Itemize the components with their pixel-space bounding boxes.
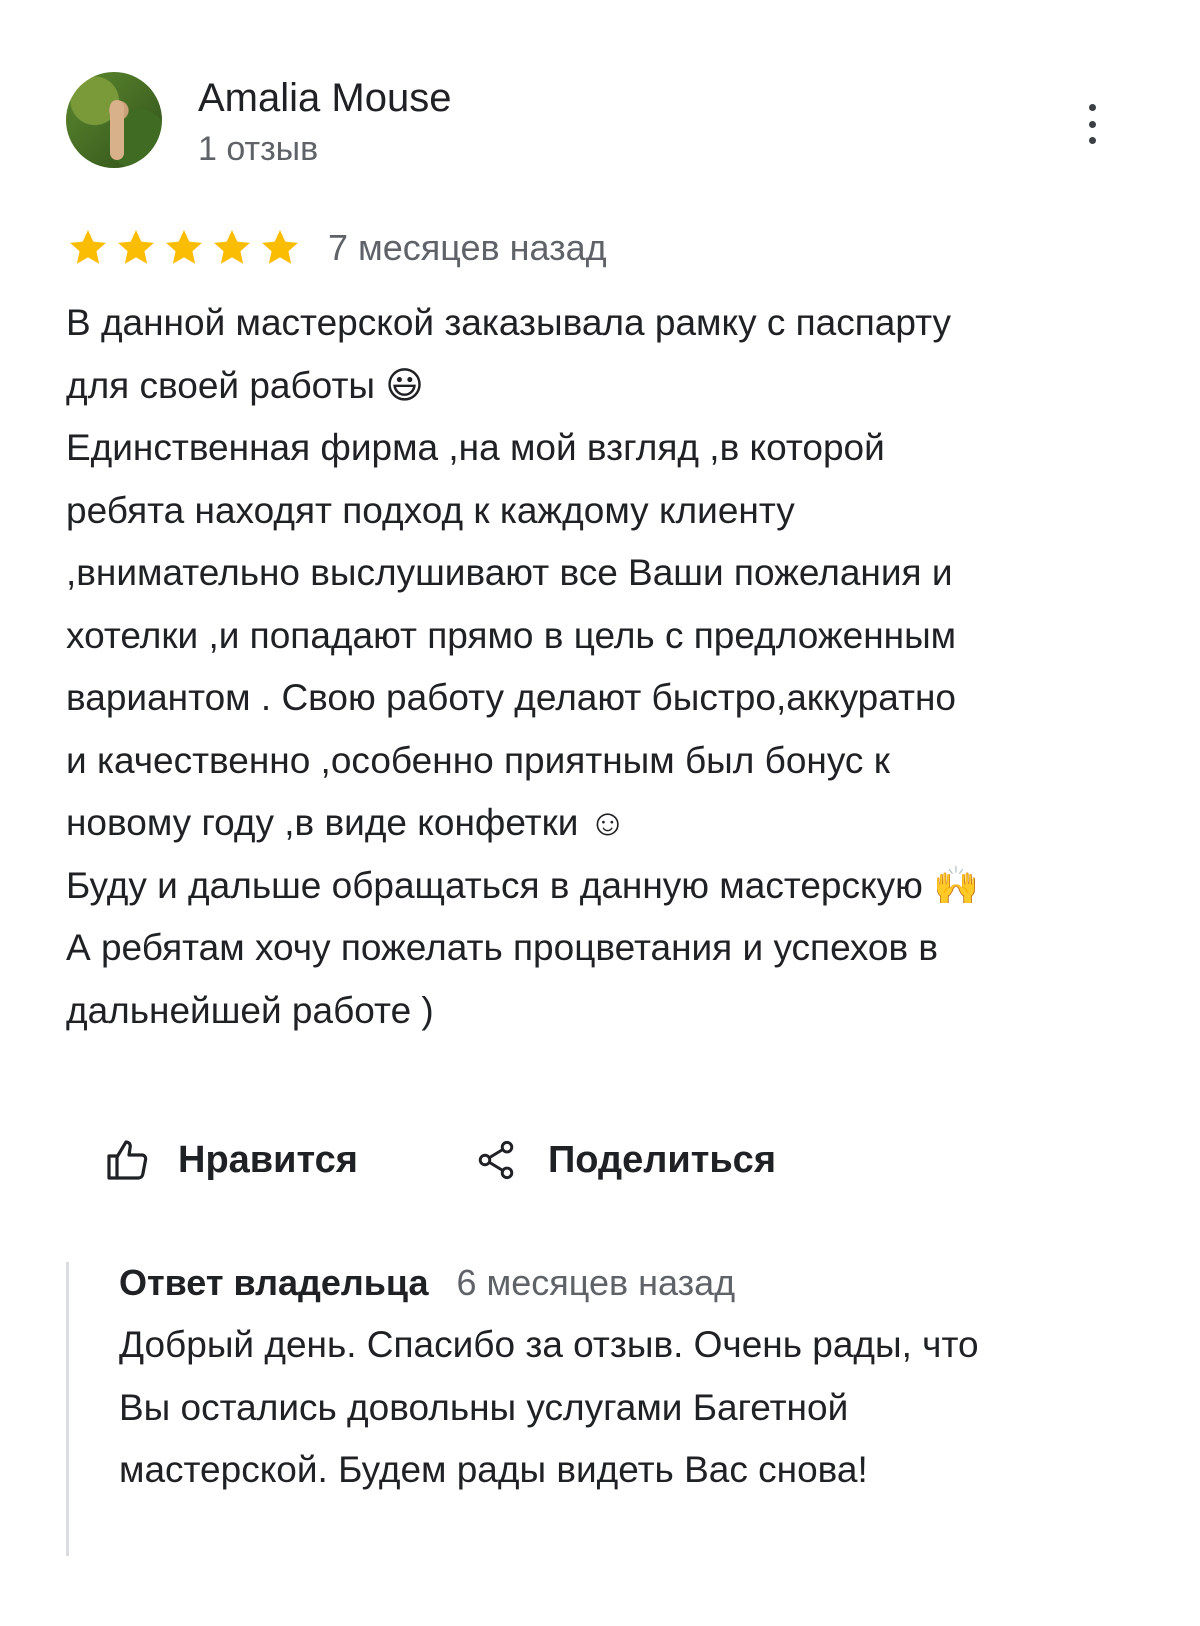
review-text-line: А ребятам хочу пожелать процветания и ус… (66, 927, 939, 968)
share-label: Поделиться (547, 1138, 776, 1181)
star-rating (66, 226, 302, 270)
owner-reply: Ответ владельца 6 месяцев назад Добрый д… (66, 1262, 1129, 1556)
more-options-button[interactable] (1082, 104, 1102, 144)
review-card: Amalia Mouse 1 отзыв 7 месяцев назад В д… (0, 0, 1200, 1626)
review-text-line: Буду и дальше обращаться в данную мастер… (66, 864, 980, 906)
more-vert-icon (1088, 104, 1096, 111)
thumb-up-icon (107, 1140, 148, 1180)
review-text-line: для своей работы 😃 (66, 364, 424, 406)
more-vert-icon-dot (1088, 120, 1096, 128)
review-text-line: ребята находят подход к каждому клиенту (66, 489, 795, 531)
star-icon (118, 230, 154, 264)
avatar[interactable] (66, 72, 162, 168)
author-name[interactable]: Amalia Mouse (198, 76, 451, 121)
owner-reply-line: Вы остались довольны услугами Багетной (119, 1386, 849, 1428)
like-label: Нравится (178, 1138, 358, 1181)
review-actions: Нравится Поделиться (104, 1130, 776, 1190)
owner-reply-title: Ответ владельца (119, 1262, 429, 1303)
review-date: 7 месяцев назад (328, 227, 607, 268)
avatar-photo (110, 100, 124, 160)
review-text-line: хотелки ,и попадают прямо в цель с предл… (66, 614, 957, 656)
owner-reply-line: мастерской. Будем рады видеть Вас снова! (119, 1449, 868, 1490)
review-text-line: и качественно ,особенно приятным был бон… (66, 739, 890, 781)
star-icon (214, 230, 250, 264)
review-text: В данной мастерской заказывала рамку с п… (66, 292, 1126, 1042)
author-review-count: 1 отзыв (198, 130, 319, 168)
owner-reply-date: 6 месяцев назад (456, 1262, 736, 1303)
owner-reply-line: Добрый день. Спасибо за отзыв. Очень рад… (119, 1324, 979, 1365)
review-text-line: В данной мастерской заказывала рамку с п… (66, 302, 951, 343)
more-vert-icon-dot (1088, 137, 1096, 144)
owner-reply-header: Ответ владельца 6 месяцев назад (119, 1262, 735, 1314)
star-icon (262, 230, 298, 264)
rating-row: 7 месяцев назад (66, 222, 607, 274)
review-text-line: новому году ,в виде конфетки ☺ (66, 802, 627, 843)
star-icon (70, 230, 106, 264)
review-text-line: вариантом . Свою работу делают быстро,ак… (66, 677, 956, 718)
share-icon (478, 1140, 514, 1180)
share-button[interactable]: Поделиться (474, 1138, 776, 1182)
review-text-line: ,внимательно выслушивают все Ваши пожела… (66, 552, 953, 593)
owner-reply-text: Добрый день. Спасибо за отзыв. Очень рад… (119, 1314, 979, 1502)
review-text-line: дальнейшей работе ) (66, 989, 434, 1031)
like-button[interactable]: Нравится (104, 1136, 358, 1184)
review-text-line: Единственная фирма ,на мой взгляд ,в кот… (66, 427, 885, 468)
star-icon (166, 230, 202, 264)
